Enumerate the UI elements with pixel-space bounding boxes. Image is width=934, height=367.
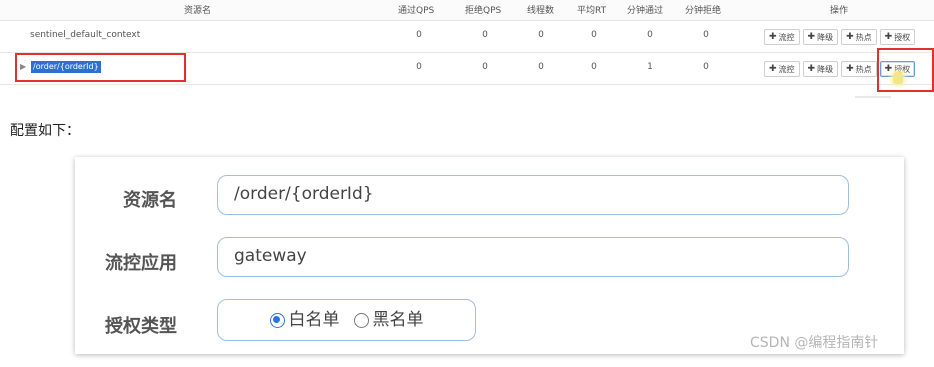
resource-label: 资源名 [123, 190, 177, 211]
flow-rule-button[interactable]: ✚ 流控 [764, 61, 800, 77]
flow-rule-button[interactable]: ✚ 流控 [764, 29, 800, 45]
whitelist-label: 白名单 [288, 309, 340, 330]
plus-icon: ✚ [769, 64, 777, 74]
radio-checked-icon [269, 312, 285, 328]
hotspot-rule-label: 热点 [855, 64, 872, 74]
col-header-threads: 线程数 [527, 6, 555, 16]
min-pass-value: 0 [647, 30, 653, 40]
mouse-cursor-icon [893, 72, 903, 84]
avg-rt-value: 0 [591, 30, 597, 40]
block-qps-value: 0 [482, 62, 488, 72]
auth-type-label: 授权类型 [105, 316, 177, 337]
plus-icon: ✚ [807, 32, 816, 42]
degrade-rule-label: 降级 [817, 64, 834, 74]
whitelist-radio[interactable]: 白名单 [269, 302, 340, 339]
flow-rule-label: 流控 [778, 64, 795, 74]
authority-config-card: 资源名 /order/{orderId} 流控应用 gateway 授权类型 白… [75, 157, 904, 354]
resource-highlight-box [15, 53, 186, 82]
pass-qps-value: 0 [416, 62, 422, 72]
scroll-hint [855, 96, 891, 98]
plus-icon: ✚ [769, 32, 777, 42]
block-qps-value: 0 [482, 30, 488, 40]
flow-app-input[interactable]: gateway [217, 237, 849, 277]
config-caption: 配置如下： [10, 123, 80, 139]
min-block-value: 0 [703, 30, 709, 40]
row-divider [0, 84, 934, 85]
pass-qps-value: 0 [416, 30, 422, 40]
blacklist-radio[interactable]: 黑名单 [353, 302, 424, 339]
col-header-min-pass: 分钟通过 [627, 6, 664, 16]
col-header-min-block: 分钟拒绝 [685, 6, 722, 16]
col-header-resource: 资源名 [184, 6, 212, 16]
row-actions: ✚ 流控 ✚ 降级 ✚ 热点 ✚ 授权 [764, 29, 916, 45]
resource-field[interactable]: /order/{orderId} [217, 175, 849, 215]
hotspot-rule-label: 热点 [855, 32, 872, 42]
col-header-block-qps: 拒绝QPS [465, 6, 502, 16]
flow-rule-label: 流控 [778, 32, 795, 42]
plus-icon: ✚ [884, 32, 893, 42]
auth-type-radio-group: 白名单 黑名单 [217, 299, 476, 341]
flow-app-label: 流控应用 [105, 253, 177, 274]
authority-rule-label: 授权 [894, 32, 911, 42]
degrade-rule-button[interactable]: ✚ 降级 [802, 61, 839, 77]
avg-rt-value: 0 [591, 62, 597, 72]
table-header-row: 资源名 通过QPS 拒绝QPS 线程数 平均RT 分钟通过 分钟拒绝 操作 [0, 0, 934, 21]
authority-rule-button[interactable]: ✚ 授权 [879, 29, 916, 45]
plus-icon: ✚ [807, 64, 816, 74]
degrade-rule-label: 降级 [817, 32, 834, 42]
hotspot-rule-button[interactable]: ✚ 热点 [841, 61, 877, 77]
authority-highlight-box [877, 48, 934, 92]
blacklist-label: 黑名单 [372, 309, 424, 330]
degrade-rule-button[interactable]: ✚ 降级 [802, 29, 839, 45]
min-pass-value: 1 [647, 62, 653, 72]
resource-name: sentinel_default_context [30, 30, 141, 40]
col-header-actions: 操作 [830, 6, 849, 16]
col-header-avg-rt: 平均RT [577, 6, 607, 16]
threads-value: 0 [538, 30, 544, 40]
plus-icon: ✚ [846, 32, 854, 42]
watermark: CSDN @编程指南针 [750, 335, 879, 351]
threads-value: 0 [538, 62, 544, 72]
plus-icon: ✚ [846, 64, 854, 74]
col-header-pass-qps: 通过QPS [398, 6, 435, 16]
min-block-value: 0 [703, 62, 709, 72]
radio-unchecked-icon [353, 312, 369, 328]
hotspot-rule-button[interactable]: ✚ 热点 [841, 29, 877, 45]
